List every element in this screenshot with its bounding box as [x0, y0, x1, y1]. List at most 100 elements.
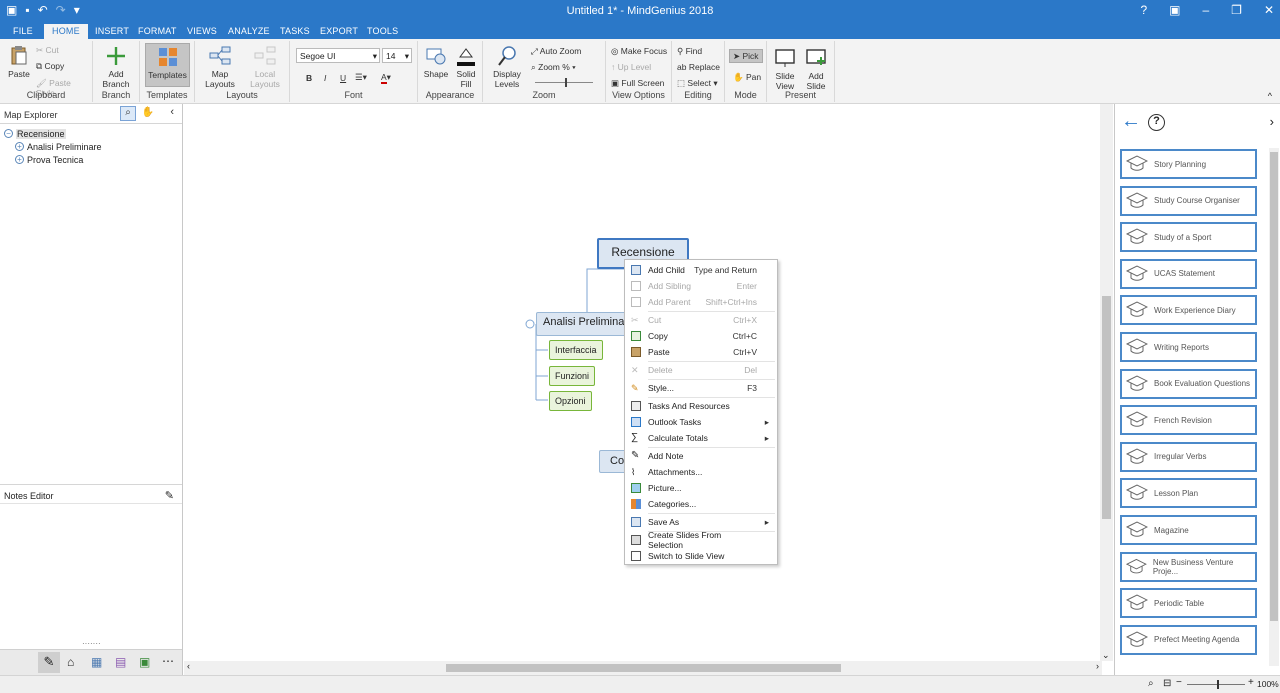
book-icon[interactable]: ▤ [115, 655, 126, 669]
add-branch-button[interactable]: Add Branch [99, 45, 133, 89]
align-button[interactable]: ☰▾ [355, 72, 367, 82]
menu-item-add-note[interactable]: ✎ Add Note [625, 448, 777, 464]
tree-node[interactable]: + Analisi Preliminare [4, 140, 178, 153]
find-button[interactable]: ⚲ Find [677, 46, 702, 56]
template-card[interactable]: Book Evaluation Questions [1120, 368, 1257, 399]
menu-item-paste[interactable]: Paste Ctrl+V [625, 344, 777, 360]
horizontal-scrollbar[interactable]: ‹ › [184, 661, 1102, 675]
tab-tasks[interactable]: TASKS [280, 26, 310, 36]
tab-home[interactable]: HOME [44, 24, 88, 39]
up-level-button[interactable]: ↑ Up Level [611, 62, 651, 72]
cut-button[interactable]: ✂ Cut [36, 45, 59, 55]
zoom-out-icon[interactable]: ⊟ [1163, 678, 1171, 689]
pencil-icon[interactable]: ✎ [38, 652, 60, 673]
map-layouts-button[interactable]: Map Layouts [201, 45, 239, 89]
menu-item-calculate-totals[interactable]: ∑ Calculate Totals ▸ [625, 430, 777, 446]
templates-button[interactable]: Templates [145, 43, 190, 87]
tab-views[interactable]: VIEWS [187, 26, 217, 36]
zoom-slider-thumb[interactable] [565, 78, 567, 87]
grid-icon[interactable]: ▦ [91, 655, 102, 669]
minimize-button[interactable]: – [1202, 3, 1209, 17]
search-icon[interactable]: ⌕ [120, 106, 136, 121]
scroll-down-icon[interactable]: ⌄ [1102, 650, 1110, 661]
status-zoom-slider[interactable] [1187, 680, 1245, 689]
full-screen-button[interactable]: ▣ Full Screen [611, 78, 664, 88]
menu-item-copy[interactable]: Copy Ctrl+C [625, 328, 777, 344]
template-card[interactable]: New Business Venture Proje... [1120, 551, 1257, 582]
menu-item-create-slides[interactable]: Create Slides From Selection [625, 530, 777, 550]
template-card[interactable]: Writing Reports [1120, 332, 1257, 362]
tab-insert[interactable]: INSERT [95, 26, 129, 36]
font-size-select[interactable]: 14 ▾ [382, 48, 412, 63]
zoom-fit-icon[interactable]: ⌕ [1148, 678, 1154, 689]
tab-file[interactable]: FILE [13, 26, 33, 36]
menu-item-tasks-and-resources[interactable]: Tasks And Resources [625, 398, 777, 414]
bold-button[interactable]: B [306, 73, 312, 83]
template-card[interactable]: Periodic Table [1120, 588, 1257, 619]
menu-item-add-parent[interactable]: Add Parent Shift+Ctrl+Ins [625, 294, 777, 310]
templates-scrollbar[interactable] [1269, 148, 1279, 666]
more-icon[interactable]: ⋯ [162, 654, 174, 668]
tree-node-root[interactable]: − Recensione [4, 127, 178, 140]
close-button[interactable]: ✕ [1264, 3, 1274, 17]
collapse-panel-icon[interactable]: ‹ [170, 106, 174, 118]
collapse-icon[interactable]: − [4, 129, 13, 138]
template-card[interactable]: UCAS Statement [1120, 258, 1257, 289]
replace-button[interactable]: ab Replace [677, 62, 720, 72]
expand-icon[interactable]: + [15, 155, 24, 164]
zoom-percent-button[interactable]: ⌕ Zoom % ▾ [531, 62, 576, 72]
map-node-leaf[interactable]: Funzioni [549, 366, 596, 386]
copy-button[interactable]: ⧉ Copy [36, 61, 64, 71]
template-card[interactable]: Work Experience Diary [1120, 295, 1257, 326]
template-card[interactable]: Irregular Verbs [1120, 441, 1257, 472]
map-node-leaf[interactable]: Opzioni [549, 391, 592, 411]
zoom-minus-icon[interactable]: − [1176, 677, 1182, 688]
template-card[interactable]: French Revision [1120, 405, 1257, 436]
solid-fill-button[interactable]: Solid Fill [452, 45, 480, 89]
map-node-leaf[interactable]: Interfaccia [549, 340, 603, 360]
zoom-plus-icon[interactable]: + [1248, 677, 1254, 688]
italic-button[interactable]: I [324, 73, 326, 83]
map-node-branch[interactable]: Analisi Preliminare [536, 312, 628, 336]
paste-button[interactable]: Paste [6, 45, 32, 79]
zoom-slider[interactable] [535, 78, 593, 87]
menu-item-add-sibling[interactable]: Add Sibling Enter [625, 278, 777, 294]
template-card[interactable]: Study Course Organiser [1120, 185, 1257, 216]
underline-button[interactable]: U [340, 73, 346, 83]
menu-item-style[interactable]: ✎ Style... F3 [625, 380, 777, 396]
template-card[interactable]: Study of a Sport [1120, 222, 1257, 253]
tab-export[interactable]: EXPORT [320, 26, 358, 36]
menu-item-picture[interactable]: Picture... [625, 480, 777, 496]
collapse-ribbon-icon[interactable]: ^ [1268, 91, 1272, 101]
menu-item-add-child[interactable]: Add Child Type and Return [625, 262, 777, 278]
make-focus-button[interactable]: ◎ Make Focus [611, 46, 667, 56]
menu-item-save-as[interactable]: Save As ▸ [625, 514, 777, 530]
menu-item-cut[interactable]: ✂ Cut Ctrl+X [625, 312, 777, 328]
template-card[interactable]: Prefect Meeting Agenda [1120, 624, 1257, 655]
font-family-select[interactable]: Segoe UI ▾ [296, 48, 380, 63]
font-color-button[interactable]: A▾ [381, 72, 391, 84]
tab-analyze[interactable]: ANALYZE [228, 26, 270, 36]
template-card[interactable]: Lesson Plan [1120, 478, 1257, 509]
slide-view-button[interactable]: Slide View [771, 47, 799, 91]
menu-item-categories[interactable]: Categories... [625, 496, 777, 512]
picture-icon[interactable]: ▣ [139, 655, 150, 669]
menu-item-switch-slide-view[interactable]: Switch to Slide View [625, 548, 777, 564]
pick-button[interactable]: ➤ Pick [729, 49, 763, 63]
help-circle-icon[interactable]: ? [1148, 114, 1165, 131]
back-arrow-icon[interactable]: ← [1121, 110, 1141, 133]
scroll-left-icon[interactable]: ‹ [187, 661, 190, 671]
ribbon-options-icon[interactable]: ▣ [1169, 3, 1180, 17]
select-button[interactable]: ⬚ Select ▾ [677, 78, 718, 88]
menu-item-attachments[interactable]: ⌇ Attachments... [625, 464, 777, 480]
add-slide-button[interactable]: Add Slide [801, 47, 831, 91]
chevron-right-icon[interactable]: › [1270, 114, 1274, 129]
vertical-scroll-thumb[interactable] [1102, 296, 1111, 519]
home-icon[interactable]: ⌂ [67, 655, 74, 669]
template-card[interactable]: Magazine [1120, 515, 1257, 545]
tab-format[interactable]: FORMAT [138, 26, 177, 36]
status-zoom-thumb[interactable] [1217, 680, 1219, 689]
auto-zoom-button[interactable]: ⤢ Auto Zoom [531, 46, 581, 56]
tree-node[interactable]: + Prova Tecnica [4, 153, 178, 166]
horizontal-scroll-thumb[interactable] [446, 664, 841, 672]
